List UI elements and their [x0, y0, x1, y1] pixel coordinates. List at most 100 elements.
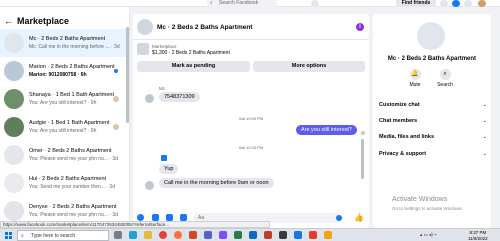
emoji-icon[interactable]: [336, 215, 342, 221]
seen-avatar: [113, 124, 119, 130]
teams-icon[interactable]: [204, 231, 212, 239]
bell-icon: 🔔: [409, 69, 421, 80]
mute-button[interactable]: 🔔 Mute: [405, 69, 425, 88]
conversation-name: Mc · 2 Beds 2 Baths Apartment: [29, 36, 106, 42]
chevron-down-icon: ⌄: [482, 118, 487, 124]
top-bar: ⌕ Search Facebook Find friends: [0, 0, 500, 7]
listing-thumbnail: [4, 201, 24, 221]
search-label: Search: [437, 82, 453, 88]
mark-as-pending-button[interactable]: Mark as pending: [137, 61, 250, 72]
conversation-item[interactable]: Shanaya · 1 Bed 1 Bath Apartment You: Ar…: [0, 85, 126, 113]
windows-start-icon[interactable]: [5, 232, 12, 239]
notifications-icon[interactable]: [464, 0, 472, 7]
search-icon: ⌕: [210, 0, 213, 6]
menu-icon[interactable]: [440, 0, 448, 7]
conversation-preview: You: Are you still interest? · 9h: [29, 128, 97, 134]
timestamp: Sat 10:09 PM: [238, 116, 264, 121]
chrome-icon[interactable]: [159, 231, 167, 239]
unread-dot: [114, 69, 118, 73]
listing-thumbnail: [4, 145, 24, 165]
listing-source: Marketplace: [152, 44, 177, 49]
search-icon: ⌕: [21, 233, 24, 239]
listing-thumbnail[interactable]: [137, 19, 153, 35]
listing-thumbnail: [4, 61, 24, 81]
chat-scrollbar[interactable]: [361, 139, 364, 179]
sender-avatar: [145, 94, 154, 103]
media-files-links-row[interactable]: Media, files and links ⌄: [379, 134, 487, 140]
like-icon[interactable]: 👍: [354, 213, 364, 222]
find-friends-button[interactable]: Find friends: [396, 0, 436, 7]
conversation-preview: You: Please send me your phn nu... · 3d: [29, 212, 119, 218]
image-icon[interactable]: [152, 214, 159, 221]
conversation-item[interactable]: Omer · 2 Beds 2 Baths Apartment You: Ple…: [0, 141, 126, 169]
firefox-icon[interactable]: [174, 231, 182, 239]
chat-panel: Mc · 2 Beds 2 Baths Apartment i Marketpl…: [133, 14, 369, 228]
app-icon[interactable]: [249, 231, 257, 239]
conversation-name: Denyse · 2 Beds 2 Baths Apartment: [29, 204, 117, 210]
app-icon[interactable]: [189, 231, 197, 239]
conversation-name: Hui · 2 Beds 2 Baths Apartment: [29, 176, 107, 182]
listing-price[interactable]: $1,300 · 2 Beds 2 Baths Apartment: [152, 50, 230, 56]
search-icon: ⌕: [439, 69, 451, 80]
info-title: Mc · 2 Beds 2 Baths Apartment: [387, 56, 477, 62]
messenger-icon[interactable]: [452, 0, 460, 7]
app-icon[interactable]: [234, 231, 242, 239]
sidebar-header: ← Marketplace: [4, 16, 69, 26]
app-icon[interactable]: [294, 231, 302, 239]
sticker-icon[interactable]: [166, 214, 173, 221]
chevron-down-icon: ⌄: [482, 102, 487, 108]
listing-thumbnail: [4, 33, 24, 53]
taskbar-search-input[interactable]: ⌕ Type here to search: [17, 230, 109, 241]
conversation-name: Shanaya · 1 Bed 1 Bath Apartment: [29, 92, 115, 98]
mute-label: Mute: [409, 82, 421, 88]
app-icon[interactable]: [264, 231, 272, 239]
listing-image-large[interactable]: [417, 22, 445, 50]
gif-icon[interactable]: [180, 214, 187, 221]
app-icon[interactable]: [309, 231, 317, 239]
customize-chat-row[interactable]: Customize chat ⌄: [379, 102, 487, 108]
listing-thumbnail: [4, 117, 24, 137]
add-icon[interactable]: [137, 214, 144, 221]
app-icon[interactable]: [324, 231, 332, 239]
back-arrow-icon[interactable]: ←: [4, 16, 13, 26]
edge-icon[interactable]: [129, 231, 137, 239]
incoming-message: Call me in the morning before 9am or noo…: [159, 178, 274, 188]
conversation-item[interactable]: Mc · 2 Beds 2 Baths Apartment Mc: Call m…: [0, 29, 126, 57]
conversation-preview: Mc: Call me in the morning before ... · …: [29, 44, 120, 50]
seen-avatar: [113, 96, 119, 102]
incoming-message: Yup: [159, 164, 179, 174]
sidebar-title: Marketplace: [17, 16, 70, 26]
file-explorer-icon[interactable]: [144, 231, 152, 239]
conversation-name: Audgie · 1 Bed 1 Bath Apartment: [29, 120, 110, 126]
listing-image[interactable]: [137, 43, 149, 55]
more-options-button[interactable]: More options: [253, 61, 365, 72]
listing-thumbnail: [4, 89, 24, 109]
app-icon[interactable]: [219, 231, 227, 239]
chat-title[interactable]: Mc · 2 Beds 2 Baths Apartment: [157, 24, 252, 31]
conversation-item[interactable]: Hui · 2 Beds 2 Baths Apartment You: Send…: [0, 169, 126, 197]
info-icon[interactable]: i: [356, 23, 364, 31]
conversation-name: Omer · 2 Beds 2 Baths Apartment: [29, 148, 112, 154]
conversation-item[interactable]: Marion · 2 Beds 2 Baths Apartment Marion…: [0, 57, 126, 85]
conversation-preview: Marion: 9012080758 · 6h: [29, 72, 87, 78]
system-tray-icons[interactable]: ▴ ▭ ◂) ⌁: [420, 232, 437, 238]
facebook-search-input[interactable]: ⌕ Search Facebook: [207, 0, 277, 7]
groups-icon[interactable]: [311, 0, 319, 7]
privacy-support-row[interactable]: Privacy & support ⌄: [379, 151, 487, 157]
profile-avatar[interactable]: [478, 0, 486, 7]
sidebar-scrollbar[interactable]: [126, 27, 129, 123]
incoming-message: 7548371309: [159, 92, 200, 102]
conversation-item[interactable]: Audgie · 1 Bed 1 Bath Apartment You: Are…: [0, 113, 126, 141]
chevron-down-icon: ⌄: [482, 134, 487, 140]
taskbar-clock[interactable]: 8:37 PM 11/9/2022: [468, 230, 488, 241]
chat-members-row[interactable]: Chat members ⌄: [379, 118, 487, 124]
sender-avatar: [145, 181, 154, 190]
task-view-icon[interactable]: [114, 231, 122, 239]
app-icon[interactable]: [279, 231, 287, 239]
activate-windows-watermark: Activate Windows: [392, 196, 448, 203]
seen-avatar: [361, 131, 365, 135]
outgoing-message: Are you still interest?: [295, 125, 357, 135]
chevron-down-icon: ⌄: [482, 151, 487, 157]
status-url: https://www.facebook.com/marketplace/ite…: [0, 221, 270, 228]
search-button[interactable]: ⌕ Search: [435, 69, 455, 88]
